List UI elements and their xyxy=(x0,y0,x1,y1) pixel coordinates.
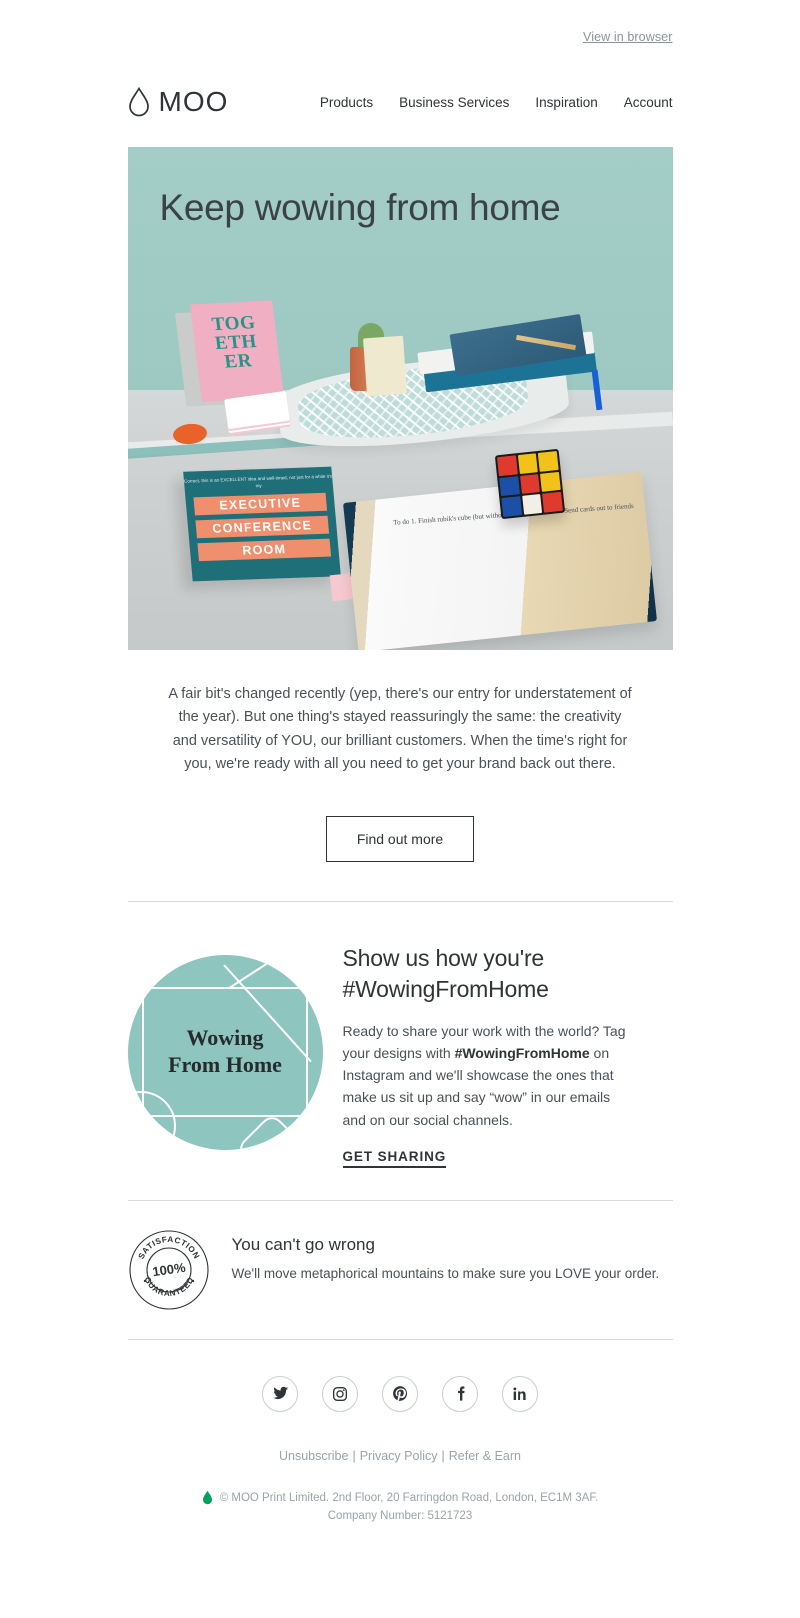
guarantee-copy: You can't go wrong We'll move metaphoric… xyxy=(232,1229,660,1284)
footer-link-unsubscribe[interactable]: Unsubscribe xyxy=(279,1449,348,1463)
sign-line-1: EXECUTIVE xyxy=(192,492,327,515)
nav-item-products[interactable]: Products xyxy=(320,95,373,110)
badge-arc-bottom-left xyxy=(127,1090,176,1150)
find-out-more-button[interactable]: Find out more xyxy=(325,815,475,862)
main-nav: Products Business Services Inspiration A… xyxy=(320,95,673,110)
email-header: MOO Products Business Services Inspirati… xyxy=(128,46,673,118)
badge-label-line2: From Home xyxy=(168,1052,282,1078)
email-page: View in browser MOO Products Business Se… xyxy=(0,0,800,1525)
footer-links: Unsubscribe | Privacy Policy | Refer & Earn xyxy=(128,1412,673,1463)
hashtag-body-text: Ready to share your work with the world?… xyxy=(343,1020,633,1131)
legal-line-2: Company Number: 5121723 xyxy=(327,1510,473,1523)
preheader: View in browser xyxy=(128,0,673,46)
nav-item-business-services[interactable]: Business Services xyxy=(399,95,509,110)
together-greeting-card: TOG ETH ER xyxy=(189,300,284,402)
moo-logo-text: MOO xyxy=(158,86,229,117)
svg-text:GUARANTEED: GUARANTEED xyxy=(142,1275,195,1298)
facebook-icon xyxy=(452,1385,469,1402)
guarantee-body-text: We'll move metaphorical mountains to mak… xyxy=(231,1265,660,1281)
social-link-facebook[interactable] xyxy=(442,1375,478,1412)
sign-line-2: CONFERENCE xyxy=(194,515,329,538)
hashtag-heading-line2: #WowingFromHome xyxy=(342,975,549,1002)
primary-cta-wrapper: Find out more xyxy=(0,815,800,862)
hashtag-heading-line1: Show us how you're xyxy=(342,944,545,971)
social-link-linkedin[interactable] xyxy=(502,1375,538,1412)
guarantee-heading: You can't go wrong xyxy=(231,1234,375,1254)
moo-droplet-icon xyxy=(128,87,150,117)
social-links xyxy=(128,1340,673,1412)
wowing-from-home-badge: Wowing From Home xyxy=(127,954,323,1150)
footer-link-privacy-policy[interactable]: Privacy Policy xyxy=(360,1449,438,1463)
footer-link-refer-and-earn[interactable]: Refer & Earn xyxy=(449,1449,521,1463)
badge-shape-bottom-right xyxy=(234,1112,309,1150)
footer-sep-2: | xyxy=(441,1448,445,1463)
legal-block: © MOO Print Limited. 2nd Floor, 20 Farri… xyxy=(90,1463,710,1526)
social-link-twitter[interactable] xyxy=(262,1375,298,1412)
twitter-icon xyxy=(272,1385,289,1402)
hashtag-copy: Show us how you're #WowingFromHome Ready… xyxy=(342,937,673,1168)
nav-item-account[interactable]: Account xyxy=(624,95,673,110)
hashtag-section: Wowing From Home Show us how you're #Wow… xyxy=(127,902,673,1168)
guarantee-section: SATISFACTION GUARANTEED 100% You can't g… xyxy=(128,1201,673,1311)
rubiks-cube xyxy=(494,448,565,520)
badge-label: Wowing From Home xyxy=(128,1026,323,1080)
pinterest-icon xyxy=(392,1385,409,1402)
view-in-browser-link[interactable]: View in browser xyxy=(583,30,673,44)
legal-line-1-row: © MOO Print Limited. 2nd Floor, 20 Farri… xyxy=(90,1489,710,1507)
hang-tag-card xyxy=(362,335,407,397)
book-stack xyxy=(416,313,602,411)
seal-center-label: 100% xyxy=(151,1259,186,1279)
linkedin-icon xyxy=(512,1386,528,1402)
intro-paragraph: A fair bit's changed recently (yep, ther… xyxy=(168,686,632,773)
legal-line-1: © MOO Print Limited. 2nd Floor, 20 Farri… xyxy=(219,1491,599,1504)
sign-line-3: ROOM xyxy=(196,538,331,561)
badge-label-line1: Wowing xyxy=(186,1025,264,1051)
executive-conference-room-sign: Correct, this is an EXCELLENT idea and w… xyxy=(182,466,341,582)
moo-logo[interactable]: MOO xyxy=(128,86,229,118)
hero-headline: Keep wowing from home xyxy=(159,187,561,228)
instagram-icon xyxy=(332,1386,348,1402)
social-link-pinterest[interactable] xyxy=(382,1375,418,1412)
get-sharing-link[interactable]: GET SHARING xyxy=(342,1149,447,1168)
nav-item-inspiration[interactable]: Inspiration xyxy=(535,95,597,110)
sign-small-print: Correct, this is an EXCELLENT idea and w… xyxy=(183,473,332,488)
satisfaction-guaranteed-seal-icon: SATISFACTION GUARANTEED 100% xyxy=(128,1229,210,1311)
badge-line-horizontal-top xyxy=(127,986,323,989)
badge-line-diagonal-short xyxy=(227,954,280,990)
hero-banner[interactable]: Keep wowing from home TOG ETH ER Correct, … xyxy=(127,147,673,650)
seal-bottom-label: GUARANTEED xyxy=(142,1275,194,1298)
hashtag-heading: Show us how you're #WowingFromHome xyxy=(343,943,673,1004)
footer-sep-1: | xyxy=(352,1448,356,1463)
hashtag-body-bold: #WowingFromHome xyxy=(454,1045,590,1062)
social-link-instagram[interactable] xyxy=(322,1375,358,1412)
moo-droplet-icon-footer xyxy=(202,1490,213,1505)
